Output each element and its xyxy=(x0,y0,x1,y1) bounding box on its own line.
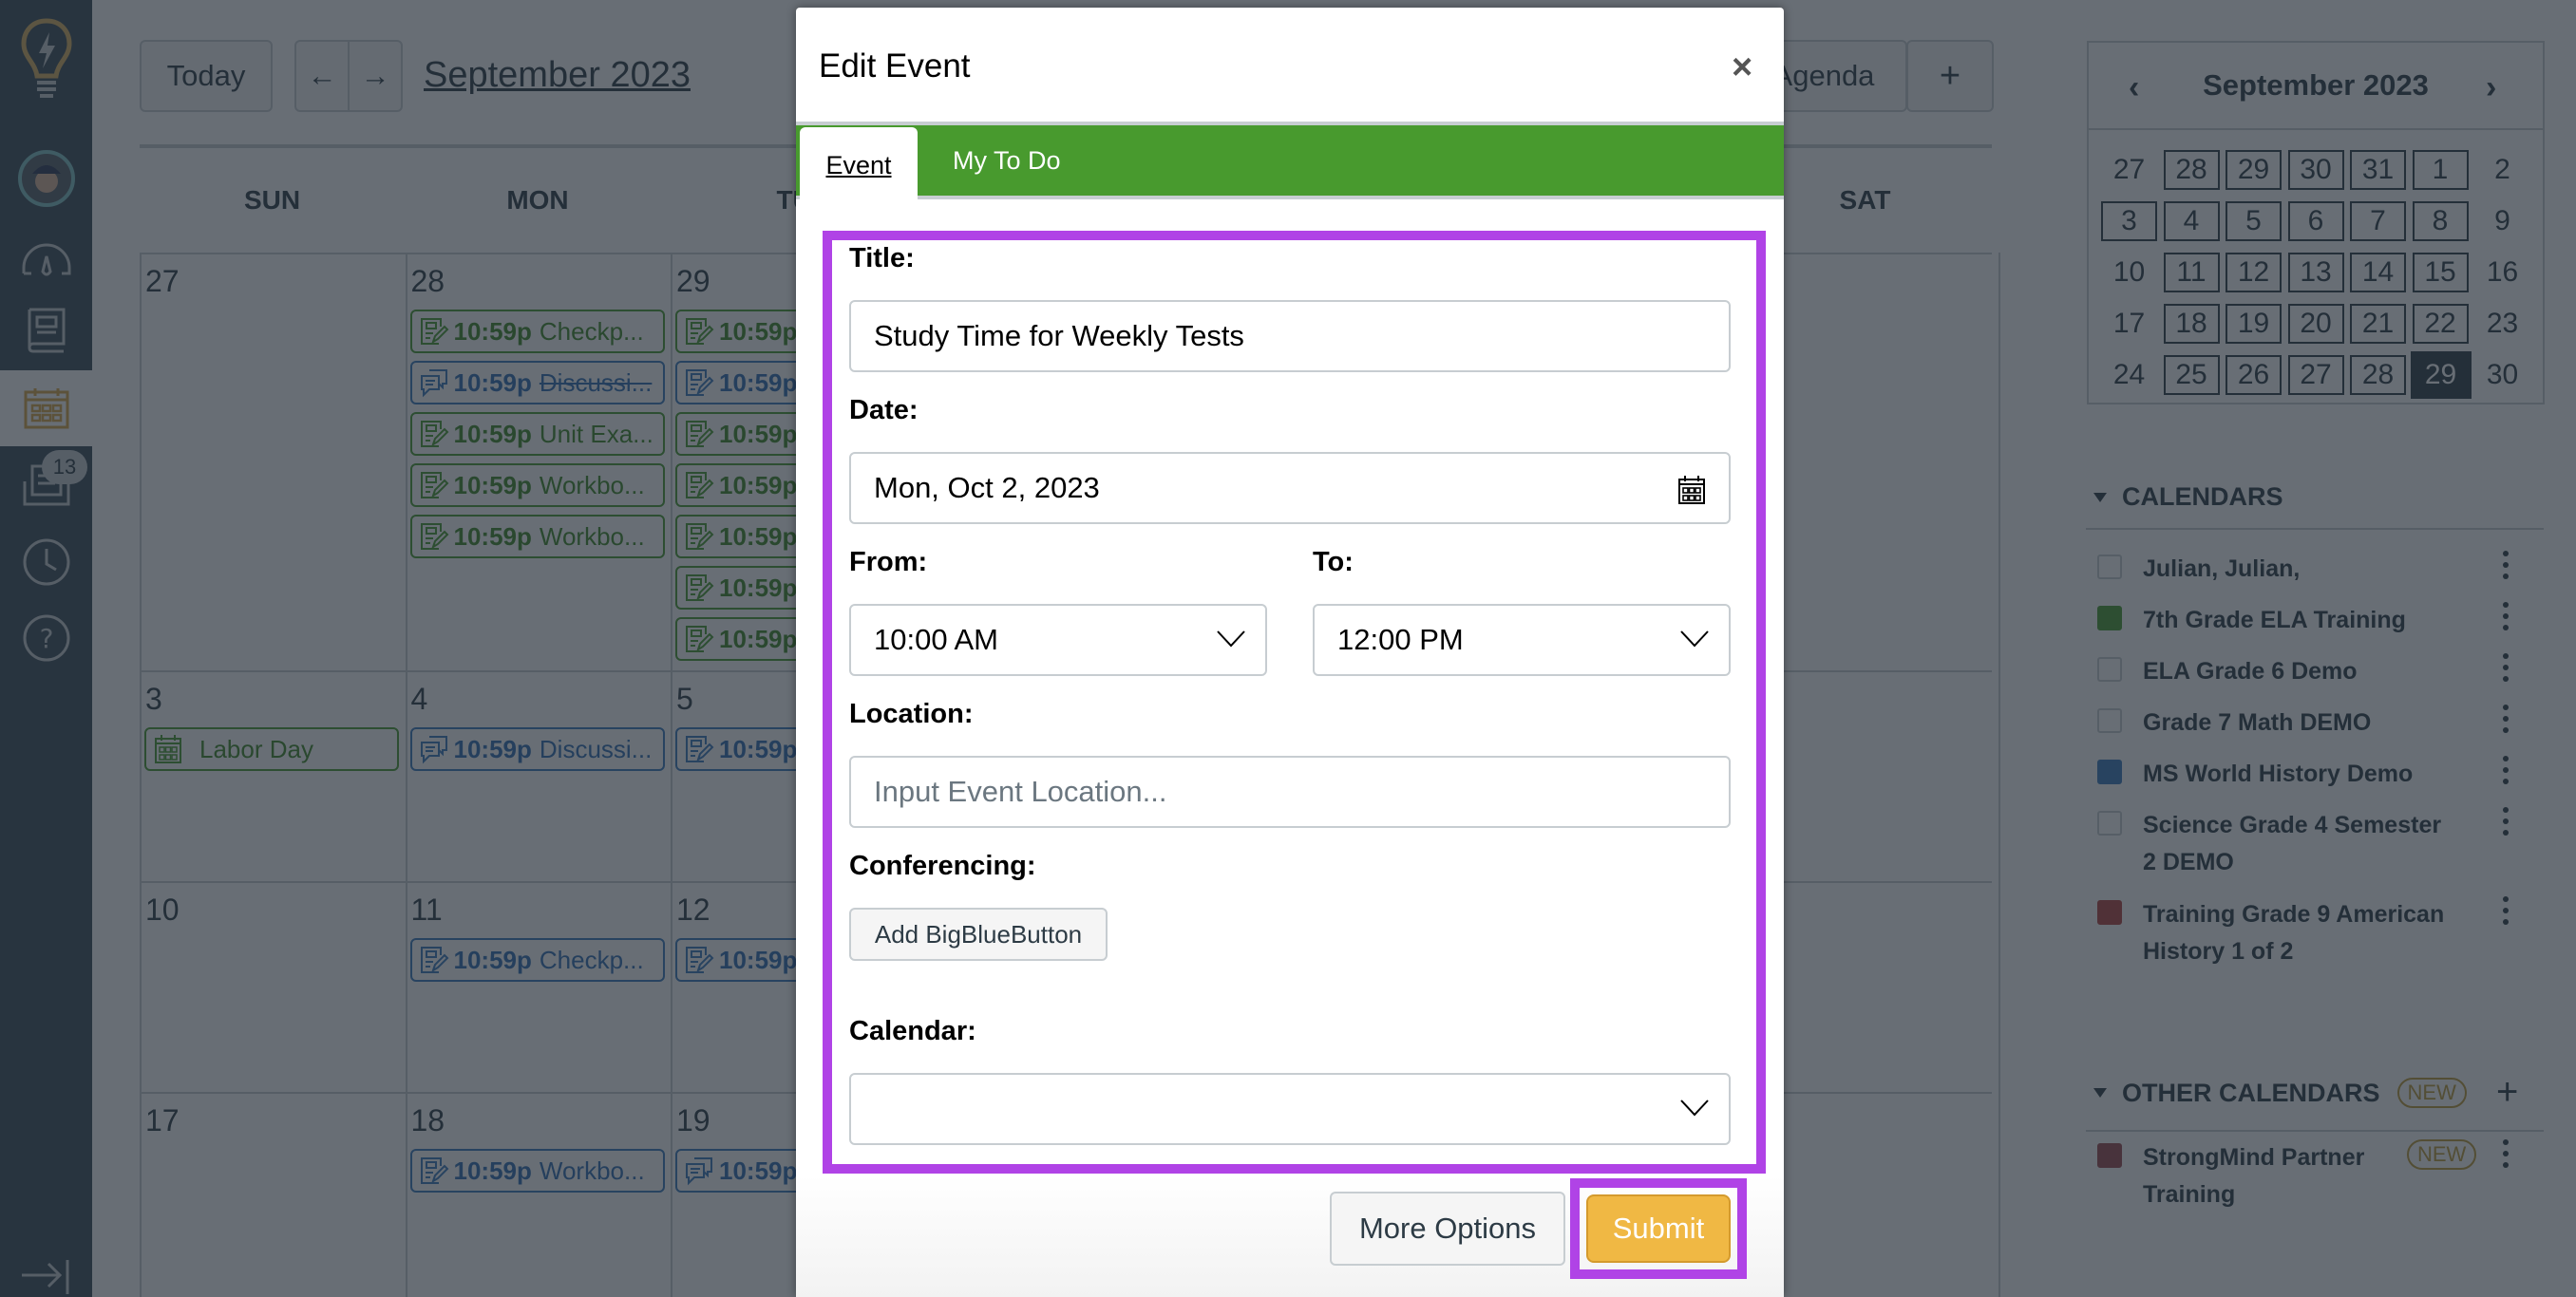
tab-event[interactable]: Event xyxy=(800,127,918,203)
title-input[interactable] xyxy=(874,319,1729,353)
from-time-select[interactable]: 10:00 AM xyxy=(849,604,1267,676)
chevron-down-icon xyxy=(1680,630,1709,648)
to-label: To: xyxy=(1313,547,1354,577)
dialog-title: Edit Event xyxy=(819,47,971,85)
conferencing-label: Conferencing: xyxy=(849,851,1036,881)
date-input[interactable] xyxy=(874,471,1729,505)
dialog-tabs: Event My To Do xyxy=(796,122,1784,203)
title-field[interactable] xyxy=(849,300,1731,372)
to-time-select[interactable]: 12:00 PM xyxy=(1313,604,1731,676)
from-label: From: xyxy=(849,547,928,577)
to-time-value: 12:00 PM xyxy=(1337,623,1464,656)
calendar-select[interactable] xyxy=(849,1073,1731,1145)
chevron-down-icon xyxy=(1680,1100,1709,1117)
submit-button[interactable]: Submit xyxy=(1586,1194,1731,1263)
more-options-button[interactable]: More Options xyxy=(1330,1192,1565,1266)
location-label: Location: xyxy=(849,699,974,729)
date-field[interactable] xyxy=(849,452,1731,524)
date-label: Date: xyxy=(849,395,919,425)
add-bigbluebutton-button[interactable]: Add BigBlueButton xyxy=(849,908,1108,961)
title-label: Title: xyxy=(849,243,915,273)
chevron-down-icon xyxy=(1217,630,1245,648)
location-field[interactable] xyxy=(849,756,1731,828)
calendar-label: Calendar: xyxy=(849,1016,976,1046)
location-input[interactable] xyxy=(874,775,1729,809)
calendar-picker-icon[interactable] xyxy=(1677,475,1706,505)
from-time-value: 10:00 AM xyxy=(874,623,998,656)
edit-event-dialog: Edit Event × Event My To Do Title: Date:… xyxy=(796,8,1784,1297)
tab-my-to-do[interactable]: My To Do xyxy=(953,125,1061,196)
close-icon[interactable]: × xyxy=(1732,49,1752,85)
